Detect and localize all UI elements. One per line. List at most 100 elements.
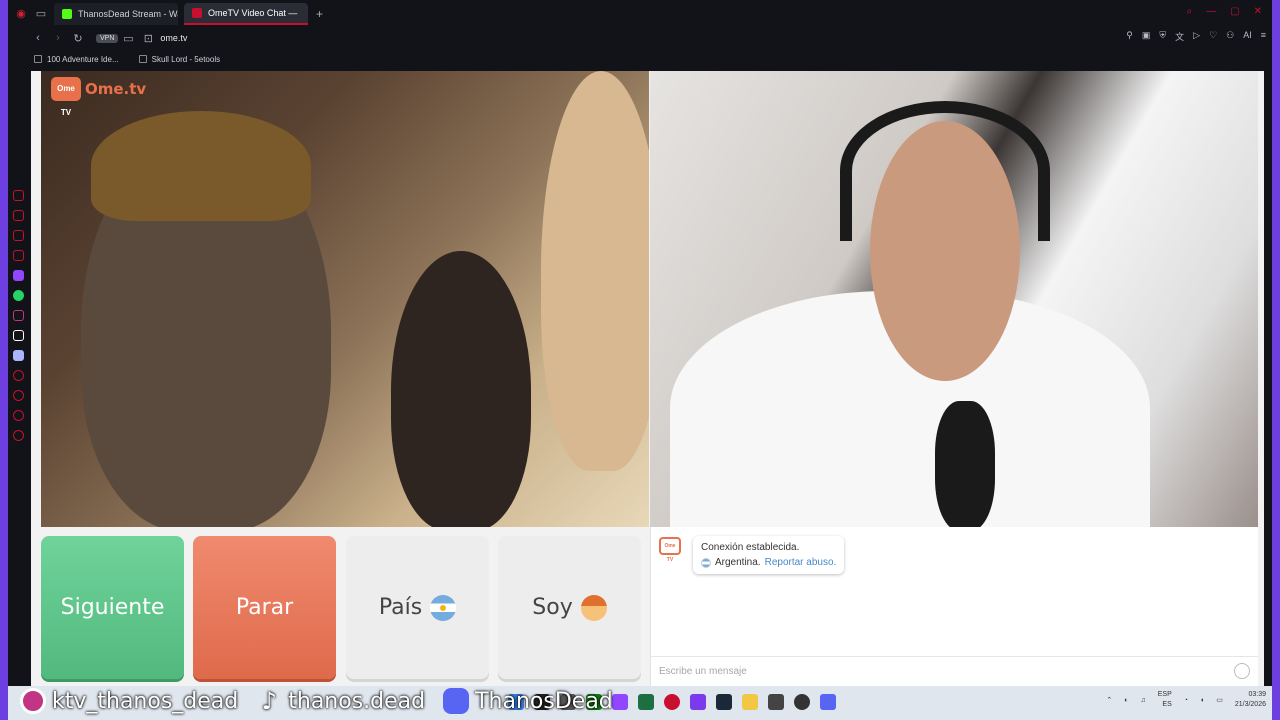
- bookmark-label: Skull Lord - 5etools: [151, 54, 221, 64]
- tab-thanosdead-stream[interactable]: ThanosDead Stream - Wat: [54, 3, 178, 25]
- report-abuse-link[interactable]: Reportar abuso.: [765, 555, 837, 570]
- ometv-favicon-icon: [192, 8, 202, 18]
- shield-icon[interactable]: ⛨: [1159, 30, 1166, 43]
- emoji-icon[interactable]: [1234, 663, 1250, 679]
- tab-title: OmeTV Video Chat —: [208, 8, 298, 18]
- steam-icon[interactable]: [716, 694, 732, 710]
- discord-icon[interactable]: [820, 694, 836, 710]
- overlay-kick: ktv_thanos_dead: [20, 688, 238, 714]
- folder-icon[interactable]: [742, 694, 758, 710]
- profile-icon[interactable]: ⚇: [1226, 30, 1234, 43]
- next-button-label: Siguiente: [60, 595, 165, 620]
- address-bar: ‹ › ↻ VPN ▭ ⊡ ome.tv ⚲ ▣ ⛨ 文 ▷ ♡ ⚇ AI ≡: [8, 28, 1272, 48]
- sidebar-red-icon[interactable]: [12, 210, 24, 221]
- search-icon[interactable]: ⌕: [1187, 6, 1193, 17]
- instagram-icon[interactable]: [12, 310, 24, 321]
- excel-icon[interactable]: [638, 694, 654, 710]
- discord-handle: ThanosDead: [475, 688, 613, 714]
- battery-icon[interactable]: ▭: [1216, 696, 1223, 704]
- tiktok-handle: thanos.dead: [288, 688, 426, 714]
- sidebar-red-icon[interactable]: [12, 410, 24, 421]
- snapshot-icon[interactable]: ▣: [1142, 30, 1151, 43]
- language-code: ESP: [1157, 691, 1172, 698]
- close-icon[interactable]: ✕: [1254, 6, 1262, 17]
- bookmark-item[interactable]: 100 Adventure Ide...: [34, 55, 119, 64]
- tiktok-icon[interactable]: [12, 330, 24, 341]
- clock-time: 03:39: [1248, 691, 1266, 698]
- kick-handle: ktv_thanos_dead: [52, 688, 239, 714]
- twitch-icon[interactable]: [690, 694, 706, 710]
- instagram-icon: [20, 688, 46, 714]
- headphones-figure: [840, 101, 1050, 241]
- country-button-label: País: [378, 595, 423, 620]
- twitch-icon[interactable]: [612, 694, 628, 710]
- forward-icon[interactable]: ›: [48, 32, 68, 44]
- system-message: Conexión establecida. Argentina. Reporta…: [693, 536, 845, 574]
- stranger-person-figure: [391, 251, 531, 527]
- whatsapp-icon[interactable]: [12, 290, 24, 301]
- pin-icon[interactable]: ⚲: [1126, 30, 1133, 43]
- reload-icon[interactable]: ↻: [68, 32, 88, 45]
- wifi-icon[interactable]: ◔: [1184, 697, 1188, 704]
- gender-button-label: Soy: [532, 595, 573, 620]
- new-tab-button[interactable]: +: [316, 7, 323, 21]
- browser-window: ◉ ▭ ThanosDead Stream - Wat OmeTV Video …: [8, 0, 1272, 720]
- message-input[interactable]: Escribe un mensaje: [651, 656, 1258, 686]
- folder-icon: [34, 55, 42, 63]
- sidebar-red-icon[interactable]: [12, 250, 24, 261]
- ai-button[interactable]: AI: [1243, 30, 1252, 43]
- twitch-icon[interactable]: [12, 270, 24, 281]
- menu-icon[interactable]: ≡: [1261, 30, 1266, 43]
- boy-face-icon: [580, 594, 607, 621]
- opera-gx-icon[interactable]: [664, 694, 680, 710]
- microphone-icon[interactable]: ♫: [1140, 697, 1145, 704]
- network-app-icon[interactable]: ◐: [1124, 697, 1128, 704]
- argentina-flag-icon: [430, 594, 457, 621]
- discord-icon[interactable]: [12, 350, 24, 361]
- tab-ometv[interactable]: OmeTV Video Chat —: [184, 3, 308, 25]
- settings-icon[interactable]: [12, 430, 24, 441]
- discord-icon: [443, 688, 470, 714]
- vpn-badge[interactable]: VPN: [96, 33, 119, 43]
- kick-favicon-icon: [62, 9, 72, 19]
- translate-icon[interactable]: 文: [1175, 30, 1184, 43]
- url-field[interactable]: ome.tv: [160, 33, 187, 43]
- bookmark-item[interactable]: Skull Lord - 5etools: [138, 54, 221, 64]
- stop-button[interactable]: Parar: [193, 536, 336, 679]
- lock-icon[interactable]: ⊡: [138, 32, 158, 45]
- ometv-page: Ome TV Ome.tv Siguiente Parar País Soy O…: [31, 71, 1264, 686]
- next-button[interactable]: Siguiente: [41, 536, 184, 679]
- stranger-country: Argentina.: [715, 557, 761, 568]
- obs-icon[interactable]: [794, 694, 810, 710]
- folder-icon: [138, 55, 147, 63]
- browser-menu-icon[interactable]: ◉: [14, 7, 28, 21]
- tiktok-icon: ♪: [261, 687, 277, 715]
- history-icon[interactable]: [12, 390, 24, 401]
- tab-strip: ◉ ▭ ThanosDead Stream - Wat OmeTV Video …: [8, 0, 1272, 28]
- system-tray: ⌃ ◐ ♫ ESP ES ◔ ◖ ▭ 03:39 21/3/2026: [1106, 690, 1266, 710]
- play-icon[interactable]: ▷: [1193, 30, 1200, 43]
- volume-icon[interactable]: ◖: [1200, 697, 1204, 704]
- sidebar-red-icon[interactable]: [12, 370, 24, 381]
- chevron-up-icon[interactable]: ⌃: [1106, 696, 1112, 704]
- country-button[interactable]: País: [346, 536, 489, 679]
- microphone-figure: [935, 401, 995, 527]
- tab-overview-icon[interactable]: ▭: [34, 7, 48, 21]
- maximize-icon[interactable]: ▢: [1230, 6, 1239, 17]
- connection-status: Conexión establecida.: [701, 542, 800, 553]
- minimize-icon[interactable]: —: [1206, 6, 1216, 17]
- clock[interactable]: 03:39 21/3/2026: [1235, 690, 1266, 710]
- gender-button[interactable]: Soy: [498, 536, 641, 679]
- heart-icon[interactable]: ♡: [1209, 30, 1217, 43]
- overlay-tiktok: ♪ thanos.dead: [256, 687, 426, 715]
- camera-icon[interactable]: ▭: [118, 32, 138, 45]
- sidebar-red-icon[interactable]: [12, 190, 24, 201]
- sidebar-red-icon[interactable]: [12, 230, 24, 241]
- language-indicator[interactable]: ESP ES: [1158, 690, 1172, 710]
- app-icon[interactable]: [768, 694, 784, 710]
- window-controls: ⌕ — ▢ ✕: [1187, 6, 1262, 17]
- stop-button-label: Parar: [235, 595, 294, 620]
- back-icon[interactable]: ‹: [28, 32, 48, 44]
- ometv-logo: Ome TV Ome.tv: [51, 77, 146, 117]
- stranger-person-figure: [541, 71, 649, 471]
